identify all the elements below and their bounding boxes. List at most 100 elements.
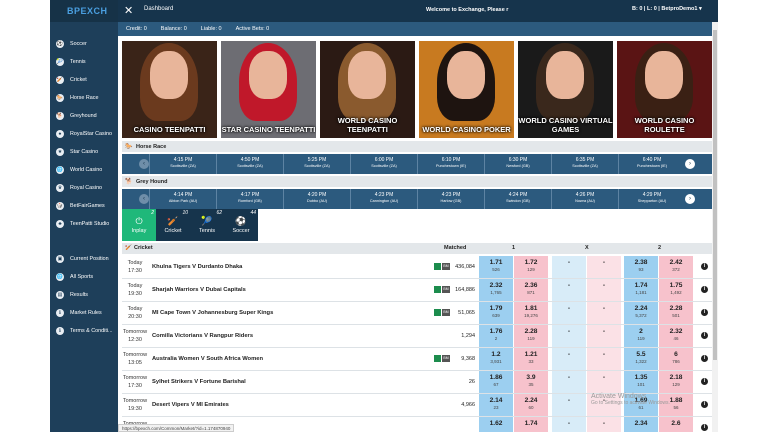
back-odds-button[interactable]: -	[552, 394, 586, 416]
next-arrow-icon[interactable]: ›	[685, 194, 695, 204]
race-cell[interactable]: 4:24 PM Swindon (GB)	[484, 189, 551, 209]
back-odds-button[interactable]: 2 119	[624, 325, 658, 347]
back-odds-button[interactable]: 1.2 3,931	[479, 348, 513, 370]
prev-arrow-icon[interactable]: ‹	[139, 194, 149, 204]
info-icon[interactable]: i	[701, 263, 708, 270]
lay-odds-button[interactable]: -	[587, 371, 621, 393]
race-cell[interactable]: 4:23 PM Cannington (AU)	[350, 189, 417, 209]
sidebar-item-teenpatti-studio[interactable]: ♣ TeenPatti Studio	[50, 216, 118, 232]
tab-cricket[interactable]: 10 🏏 Cricket	[156, 209, 190, 241]
back-odds-button[interactable]: 5.5 1,322	[624, 348, 658, 370]
back-odds-button[interactable]: 2.14 23	[479, 394, 513, 416]
casino-tile[interactable]: WORLD CASINO ROULETTE	[617, 41, 712, 138]
lay-odds-button[interactable]: 2.32 46	[659, 325, 693, 347]
casino-tile[interactable]: CASINO TEENPATTI	[122, 41, 217, 138]
match-name-link[interactable]: Comilla Victorians V Rangpur Riders	[152, 333, 253, 339]
match-name-link[interactable]: Sharjah Warriors V Dubai Capitals	[152, 287, 246, 293]
page-scrollbar[interactable]	[712, 22, 718, 432]
lay-odds-button[interactable]: 2.42 372	[659, 256, 693, 278]
info-icon[interactable]: i	[701, 424, 708, 431]
casino-tile[interactable]: WORLD CASINO POKER	[419, 41, 514, 138]
sidebar-item-greyhound[interactable]: 🐕 Greyhound	[50, 108, 118, 124]
tab-tennis[interactable]: 62 🎾 Tennis	[190, 209, 224, 241]
prev-arrow-icon[interactable]: ‹	[139, 159, 149, 169]
race-cell[interactable]: 4:20 PM Dubbo (AU)	[283, 189, 350, 209]
sidebar-item-current-position[interactable]: ▣ Current Position	[50, 251, 118, 267]
match-name-link[interactable]: Desert Vipers V MI Emirates	[152, 402, 229, 408]
lay-odds-button[interactable]: 2.18 129	[659, 371, 693, 393]
casino-tile[interactable]: WORLD CASINO TEENPATTI	[320, 41, 415, 138]
lay-odds-button[interactable]: 2.36 871	[514, 279, 548, 301]
back-odds-button[interactable]: 1.74 1,181	[624, 279, 658, 301]
back-odds-button[interactable]: 1.62	[479, 417, 513, 432]
info-icon[interactable]: i	[701, 309, 708, 316]
sidebar-item-royalstar-casino[interactable]: ♠ RoyalStar Casino	[50, 126, 118, 142]
back-odds-button[interactable]: 2.32 1,765	[479, 279, 513, 301]
info-icon[interactable]: i	[701, 401, 708, 408]
lay-odds-button[interactable]: 2.6	[659, 417, 693, 432]
race-cell[interactable]: 4:15 PM Scottsville (ZA)	[149, 154, 216, 174]
sidebar-item-terms-conditi-[interactable]: ℹ Terms & Conditi...	[50, 323, 118, 339]
lay-odds-button[interactable]: 1.81 19,276	[514, 302, 548, 324]
race-cell[interactable]: 6:35 PM Scottsville (ZA)	[551, 154, 618, 174]
back-odds-button[interactable]: -	[552, 417, 586, 432]
lay-odds-button[interactable]: -	[587, 302, 621, 324]
sidebar-item-star-casino[interactable]: ★ Star Casino	[50, 144, 118, 160]
sidebar-item-world-casino[interactable]: 🌐 World Casino	[50, 162, 118, 178]
brand-logo[interactable]: BPEXCH	[50, 0, 118, 22]
lay-odds-button[interactable]: 1.21 33	[514, 348, 548, 370]
info-icon[interactable]: i	[701, 378, 708, 385]
back-odds-button[interactable]: -	[552, 371, 586, 393]
lay-odds-button[interactable]: 1.75 1,492	[659, 279, 693, 301]
sidebar-item-royal-casino[interactable]: ♛ Royal Casino	[50, 180, 118, 196]
match-name-link[interactable]: Sylhet Strikers V Fortune Barishal	[152, 379, 246, 385]
sidebar-item-market-rules[interactable]: ℹ Market Rules	[50, 305, 118, 321]
lay-odds-button[interactable]: -	[587, 256, 621, 278]
lay-odds-button[interactable]: 2.24 60	[514, 394, 548, 416]
race-cell[interactable]: 4:29 PM Shepparton (AU)	[618, 189, 685, 209]
race-cell[interactable]: 4:23 PM Harlow (GB)	[417, 189, 484, 209]
scrollbar-thumb[interactable]	[713, 30, 717, 360]
sidebar-item-cricket[interactable]: 🏏 Cricket	[50, 72, 118, 88]
lay-odds-button[interactable]: -	[587, 348, 621, 370]
lay-odds-button[interactable]: 2.28 501	[659, 302, 693, 324]
race-cell[interactable]: 6:10 PM Punchestown (IE)	[417, 154, 484, 174]
info-icon[interactable]: i	[701, 286, 708, 293]
sidebar-item-soccer[interactable]: ⚽ Soccer	[50, 36, 118, 52]
next-arrow-icon[interactable]: ›	[685, 159, 695, 169]
sidebar-item-horse-race[interactable]: 🐎 Horse Race	[50, 90, 118, 106]
race-cell[interactable]: 6:40 PM Punchestown (IE)	[618, 154, 685, 174]
match-name-link[interactable]: MI Cape Town V Johannesburg Super Kings	[152, 310, 273, 316]
back-odds-button[interactable]: 2.34	[624, 417, 658, 432]
back-odds-button[interactable]: -	[552, 325, 586, 347]
back-odds-button[interactable]: 1.76 2	[479, 325, 513, 347]
match-name-link[interactable]: Khulna Tigers V Durdanto Dhaka	[152, 264, 242, 270]
race-cell[interactable]: 4:14 PM Albion Park (AU)	[149, 189, 216, 209]
sidebar-item-results[interactable]: ▤ Results	[50, 287, 118, 303]
back-odds-button[interactable]: -	[552, 256, 586, 278]
race-cell[interactable]: 6:30 PM Newford (GB)	[484, 154, 551, 174]
tab-soccer[interactable]: 44 ⚽ Soccer	[224, 209, 258, 241]
lay-odds-button[interactable]: 1.74	[514, 417, 548, 432]
casino-tile[interactable]: STAR CASINO TEENPATTI	[221, 41, 316, 138]
lay-odds-button[interactable]: 1.72 129	[514, 256, 548, 278]
back-odds-button[interactable]: -	[552, 279, 586, 301]
match-name-link[interactable]: Australia Women V South Africa Women	[152, 356, 263, 362]
back-odds-button[interactable]: 1.86 67	[479, 371, 513, 393]
lay-odds-button[interactable]: -	[587, 325, 621, 347]
info-icon[interactable]: i	[701, 332, 708, 339]
race-cell[interactable]: 4:17 PM Romford (GB)	[216, 189, 283, 209]
back-odds-button[interactable]: 1.79 639	[479, 302, 513, 324]
race-cell[interactable]: 4:26 PM Nowra (AU)	[551, 189, 618, 209]
back-odds-button[interactable]: 1.35 101	[624, 371, 658, 393]
lay-odds-button[interactable]: 3.9 35	[514, 371, 548, 393]
back-odds-button[interactable]: -	[552, 302, 586, 324]
tab-inplay[interactable]: 2 ⏻ Inplay	[122, 209, 156, 241]
race-cell[interactable]: 5:25 PM Scottsville (ZA)	[283, 154, 350, 174]
back-odds-button[interactable]: 2.38 93	[624, 256, 658, 278]
lay-odds-button[interactable]: -	[587, 417, 621, 432]
sidebar-item-betfairgames[interactable]: 🎲 BetFairGames	[50, 198, 118, 214]
back-odds-button[interactable]: -	[552, 348, 586, 370]
sidebar-item-all-sports[interactable]: 🌐 All Sports	[50, 269, 118, 285]
race-cell[interactable]: 6:00 PM Scottsville (ZA)	[350, 154, 417, 174]
